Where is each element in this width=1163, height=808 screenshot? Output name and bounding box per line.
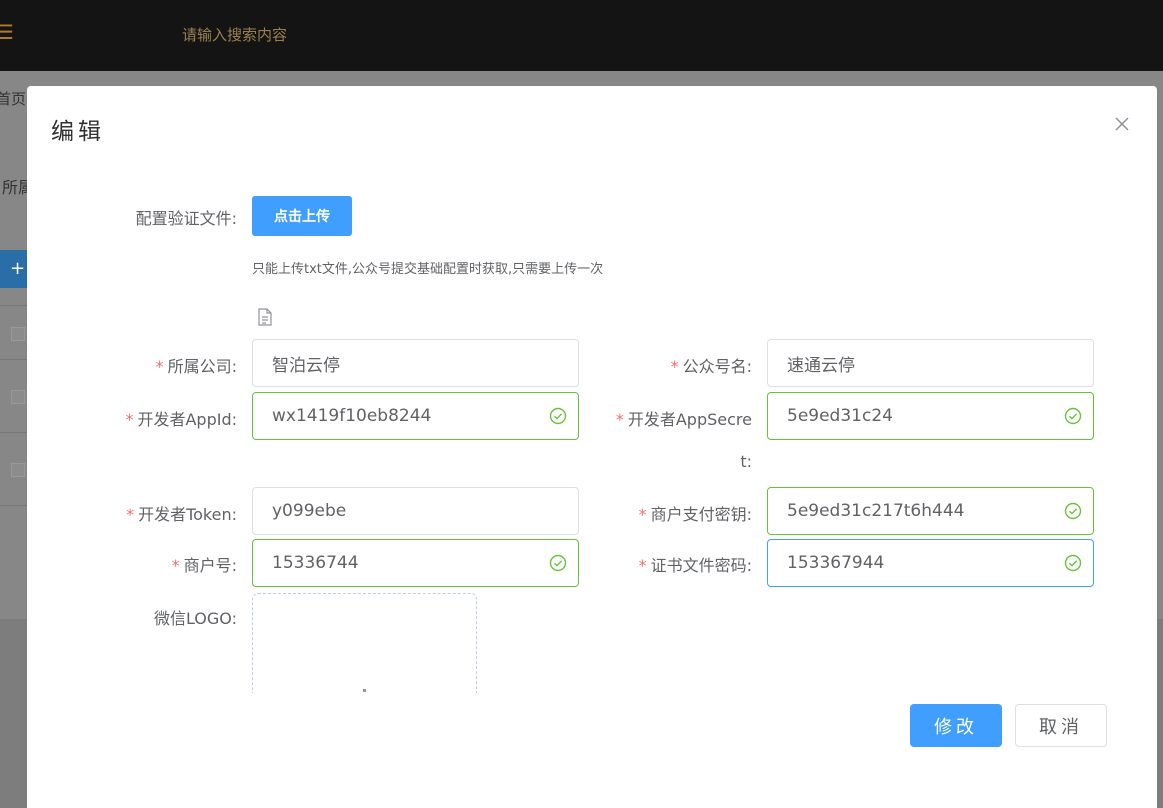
required-mark: *: [125, 410, 134, 429]
check-circle-icon: [1064, 502, 1082, 520]
company-input[interactable]: 智泊云停: [252, 339, 579, 387]
menu-icon[interactable]: ☰: [0, 22, 14, 42]
check-circle-icon: [1064, 407, 1082, 425]
file-icon: [258, 308, 272, 326]
app-secret-label: * 开发者AppSecre: [615, 410, 752, 429]
upload-button[interactable]: 点击上传: [252, 196, 352, 236]
required-mark: *: [126, 505, 135, 524]
close-icon[interactable]: [1112, 114, 1132, 134]
logo-label: 微信LOGO:: [153, 609, 237, 628]
company-label: * 所属公司:: [155, 357, 237, 376]
account-name-label: * 公众号名:: [670, 357, 752, 376]
app-secret-label-continued: t:: [740, 452, 752, 471]
table-row: [0, 432, 27, 433]
row-checkbox: [11, 390, 25, 404]
table-row: [0, 359, 27, 360]
cert-password-label: * 证书文件密码:: [638, 556, 752, 575]
edit-dialog: 编辑 配置验证文件: 点击上传 只能上传txt文件,公众号提交基础配置时获取,只…: [27, 86, 1157, 808]
merchant-no-label: * 商户号:: [171, 556, 237, 575]
pay-key-input[interactable]: 5e9ed31c217t6h444: [767, 487, 1094, 535]
table-row: [0, 505, 27, 506]
verify-file-label: 配置验证文件:: [135, 209, 237, 228]
row-checkbox: [11, 463, 25, 477]
app-id-label: * 开发者AppId:: [125, 410, 237, 429]
dialog-title: 编辑: [51, 119, 105, 145]
logo-uploader[interactable]: [252, 593, 477, 693]
check-circle-icon: [1064, 554, 1082, 572]
required-mark: *: [638, 505, 647, 524]
app-id-input[interactable]: wx1419f10eb8244: [252, 392, 579, 440]
row-checkbox: [11, 327, 25, 341]
search-input[interactable]: 请输入搜索内容: [182, 24, 287, 45]
required-mark: *: [615, 410, 624, 429]
cancel-button[interactable]: 取消: [1015, 704, 1107, 747]
token-label: * 开发者Token:: [126, 505, 237, 524]
required-mark: *: [171, 556, 180, 575]
required-mark: *: [638, 556, 647, 575]
upload-hint: 只能上传txt文件,公众号提交基础配置时获取,只需要上传一次: [252, 262, 604, 277]
top-bar: ☰ 请输入搜索内容: [0, 0, 1163, 71]
submit-button[interactable]: 修改: [910, 704, 1002, 747]
plus-icon: [363, 689, 366, 692]
required-mark: *: [670, 357, 679, 376]
cert-password-input[interactable]: 153367944: [767, 539, 1094, 587]
token-input[interactable]: y099ebe: [252, 487, 579, 535]
account-name-input[interactable]: 速通云停: [767, 339, 1094, 387]
pay-key-label: * 商户支付密钥:: [638, 505, 752, 524]
check-circle-icon: [549, 554, 567, 572]
add-button: +: [0, 250, 27, 288]
tab-home: 首页: [0, 90, 27, 108]
merchant-no-input[interactable]: 15336744: [252, 539, 579, 587]
required-mark: *: [155, 357, 164, 376]
check-circle-icon: [549, 407, 567, 425]
table-row: [0, 305, 27, 306]
app-secret-input[interactable]: 5e9ed31c24: [767, 392, 1094, 440]
